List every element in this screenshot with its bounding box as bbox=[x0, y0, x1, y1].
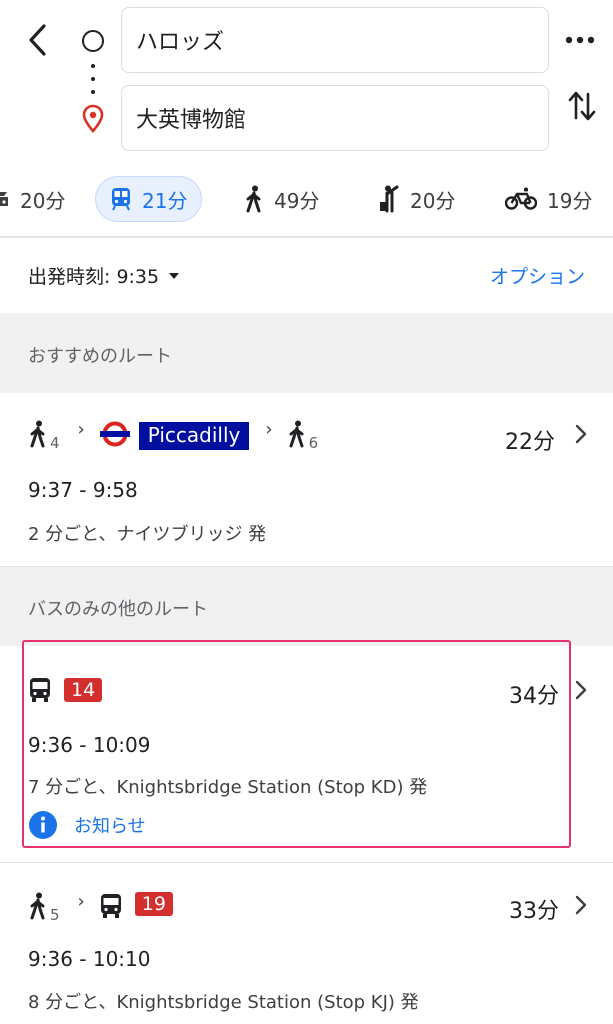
info-icon bbox=[29, 811, 57, 839]
mode-tab-bike[interactable]: 19分 bbox=[505, 176, 592, 222]
mode-label: 49分 bbox=[274, 188, 320, 213]
section-title: おすすめのルート bbox=[28, 346, 172, 367]
chevron-right-icon bbox=[575, 679, 587, 705]
chevron-right-icon: › bbox=[265, 419, 273, 440]
mode-tab-car[interactable]: 20分 bbox=[0, 176, 65, 222]
car-icon bbox=[0, 192, 8, 206]
walk-icon bbox=[30, 420, 45, 448]
route-times: 9:36 - 10:09 bbox=[28, 733, 151, 757]
route-steps: 4 › Piccadilly › 6 bbox=[28, 419, 318, 452]
underground-roundel-icon bbox=[99, 421, 130, 447]
mode-tab-ride-hail[interactable]: 20分 bbox=[378, 176, 455, 222]
route-card-bus-19[interactable]: 5 › 19 33分 9:36 - 10:10 8 分ごと、Knightsbri… bbox=[0, 863, 613, 1024]
walk-minutes: 4 bbox=[50, 434, 60, 452]
divider bbox=[0, 236, 613, 238]
route-card-bus-14[interactable]: 14 34分 9:36 - 10:09 7 分ごと、Knightsbridge … bbox=[0, 646, 613, 862]
route-steps: 5 › 19 bbox=[28, 891, 173, 924]
ride-hail-icon bbox=[380, 185, 399, 213]
mode-label: 19分 bbox=[547, 188, 593, 213]
walk-icon bbox=[289, 420, 304, 448]
origin-circle-icon bbox=[82, 30, 104, 52]
route-times: 9:37 - 9:58 bbox=[28, 478, 138, 502]
mode-label: 21分 bbox=[142, 188, 188, 213]
options-link[interactable]: オプション bbox=[490, 262, 585, 289]
depart-time-label: 出発時刻: 9:35 bbox=[28, 266, 160, 288]
mode-label: 20分 bbox=[20, 188, 66, 213]
route-duration: 34分 bbox=[509, 684, 559, 709]
chevron-right-icon bbox=[575, 423, 587, 449]
route-steps: 14 bbox=[28, 676, 103, 704]
line-badge-piccadilly: Piccadilly bbox=[138, 422, 250, 450]
mode-tab-transit[interactable]: 21分 bbox=[95, 176, 203, 222]
bus-icon bbox=[30, 678, 50, 702]
route-frequency: 7 分ごと、Knightsbridge Station (Stop KD) 発 bbox=[28, 777, 428, 798]
origin-field[interactable]: ハロッズ bbox=[121, 7, 549, 73]
bike-icon bbox=[505, 187, 537, 210]
bus-number-badge: 14 bbox=[64, 678, 103, 702]
travel-mode-bar: 20分 21分 49分 20分 19分 bbox=[0, 176, 613, 226]
walk-icon bbox=[246, 185, 261, 213]
caret-down-icon bbox=[169, 272, 180, 279]
route-frequency: 2 分ごと、ナイツブリッジ 発 bbox=[28, 524, 267, 545]
chevron-right-icon bbox=[575, 894, 587, 920]
section-title: バスのみの他のルート bbox=[28, 599, 208, 620]
walk-icon bbox=[30, 892, 45, 920]
swap-vertical-icon bbox=[568, 91, 596, 121]
route-times: 9:36 - 10:10 bbox=[28, 947, 151, 971]
mode-tab-walk[interactable]: 49分 bbox=[244, 176, 319, 222]
destination-field[interactable]: 大英博物館 bbox=[121, 85, 549, 151]
bus-icon bbox=[100, 894, 121, 918]
transit-icon bbox=[112, 188, 130, 211]
chevron-left-icon bbox=[29, 24, 46, 56]
destination-pin-icon bbox=[80, 104, 106, 134]
swap-button[interactable] bbox=[562, 84, 602, 128]
back-button[interactable] bbox=[18, 20, 58, 60]
walk-minutes: 6 bbox=[308, 434, 319, 452]
route-duration: 22分 bbox=[505, 430, 555, 455]
route-frequency: 8 分ごと、Knightsbridge Station (Stop KJ) 発 bbox=[28, 992, 419, 1013]
route-card-recommended[interactable]: 4 › Piccadilly › 6 22分 9:37 - 9:58 2 分ごと… bbox=[0, 393, 613, 567]
chevron-right-icon: › bbox=[77, 419, 85, 440]
mode-label: 20分 bbox=[410, 188, 456, 213]
notice-link[interactable]: お知らせ bbox=[74, 812, 146, 838]
route-duration: 33分 bbox=[509, 899, 559, 924]
route-dots-icon bbox=[91, 64, 95, 94]
walk-minutes: 5 bbox=[50, 906, 60, 924]
depart-time-selector[interactable]: 出発時刻: 9:35 bbox=[28, 262, 180, 289]
chevron-right-icon: › bbox=[77, 891, 85, 912]
bus-number-badge: 19 bbox=[134, 892, 173, 916]
more-horizontal-icon bbox=[565, 36, 595, 44]
more-options-button[interactable] bbox=[560, 22, 600, 58]
notice-row[interactable]: お知らせ bbox=[28, 810, 146, 840]
